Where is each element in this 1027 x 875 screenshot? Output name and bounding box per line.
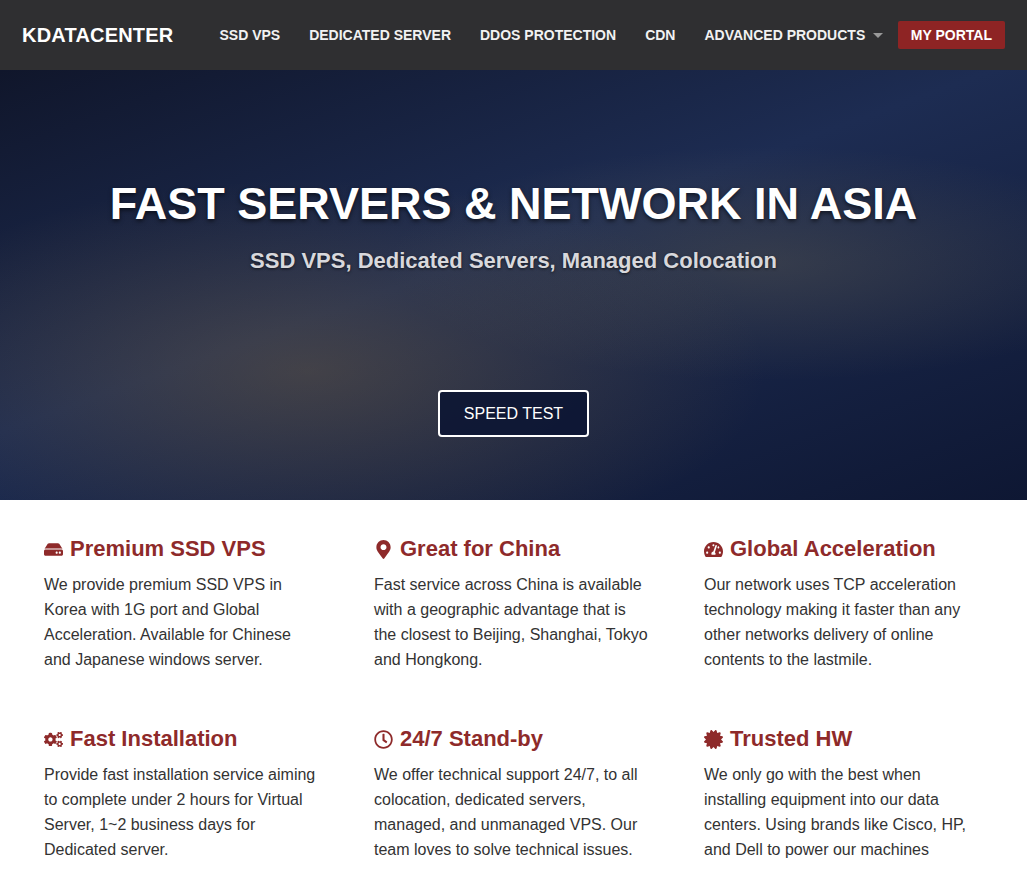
speed-test-button[interactable]: SPEED TEST bbox=[438, 390, 589, 437]
drive-icon bbox=[44, 540, 63, 559]
feature-title: 24/7 Stand-by bbox=[374, 726, 654, 752]
nav-item[interactable]: SSD VPS bbox=[219, 27, 280, 43]
page: KDATACENTER SSD VPS DEDICATED SERVER DDOS P… bbox=[0, 0, 1027, 875]
feature-card: Premium SSD VPS We provide premium SSD VP… bbox=[44, 536, 374, 672]
feature-card: Fast Installation Provide fast installati… bbox=[44, 726, 374, 862]
logo[interactable]: KDATACENTER bbox=[22, 24, 173, 47]
clock-icon bbox=[374, 730, 393, 749]
feature-card: Trusted HW We only go with the best when … bbox=[704, 726, 1027, 862]
feature-card: Great for China Fast service across China… bbox=[374, 536, 704, 672]
map-pin-icon bbox=[374, 540, 393, 559]
feature-card: 24/7 Stand-by We offer technical support … bbox=[374, 726, 704, 862]
feature-text: We provide premium SSD VPS in Korea with… bbox=[44, 572, 320, 672]
feature-title: Trusted HW bbox=[704, 726, 984, 752]
feature-title: Premium SSD VPS bbox=[44, 536, 324, 562]
feature-text: Provide fast installation service aiming… bbox=[44, 762, 320, 862]
gauge-icon bbox=[704, 540, 723, 559]
features: Premium SSD VPS We provide premium SSD VP… bbox=[0, 500, 1027, 862]
gears-icon bbox=[44, 730, 63, 749]
feature-title: Fast Installation bbox=[44, 726, 324, 752]
feature-title: Global Acceleration bbox=[704, 536, 984, 562]
portal-button[interactable]: MY PORTAL bbox=[898, 21, 1005, 49]
hero: FAST SERVERS & NETWORK IN ASIA SSD VPS, D… bbox=[0, 70, 1027, 500]
feature-title: Great for China bbox=[374, 536, 654, 562]
certificate-icon bbox=[704, 730, 723, 749]
nav-item[interactable]: DEDICATED SERVER bbox=[309, 27, 451, 43]
nav-item[interactable]: CDN bbox=[645, 27, 675, 43]
hero-subtitle: SSD VPS, Dedicated Servers, Managed Colo… bbox=[250, 248, 777, 274]
nav-item[interactable]: DDOS PROTECTION bbox=[480, 27, 616, 43]
feature-text: We only go with the best when installing… bbox=[704, 762, 980, 862]
main-nav: SSD VPS DEDICATED SERVER DDOS PROTECTION CD… bbox=[219, 27, 897, 43]
feature-card: Global Acceleration Our network uses TCP … bbox=[704, 536, 1027, 672]
caret-icon bbox=[873, 33, 883, 38]
feature-text: Our network uses TCP acceleration techno… bbox=[704, 572, 980, 672]
hero-title: FAST SERVERS & NETWORK IN ASIA bbox=[110, 178, 918, 230]
feature-text: Fast service across China is available w… bbox=[374, 572, 650, 672]
nav-item[interactable]: ADVANCED PRODUCTS bbox=[704, 27, 883, 43]
feature-text: We offer technical support 24/7, to all … bbox=[374, 762, 650, 862]
header: KDATACENTER SSD VPS DEDICATED SERVER DDOS P… bbox=[0, 0, 1027, 70]
